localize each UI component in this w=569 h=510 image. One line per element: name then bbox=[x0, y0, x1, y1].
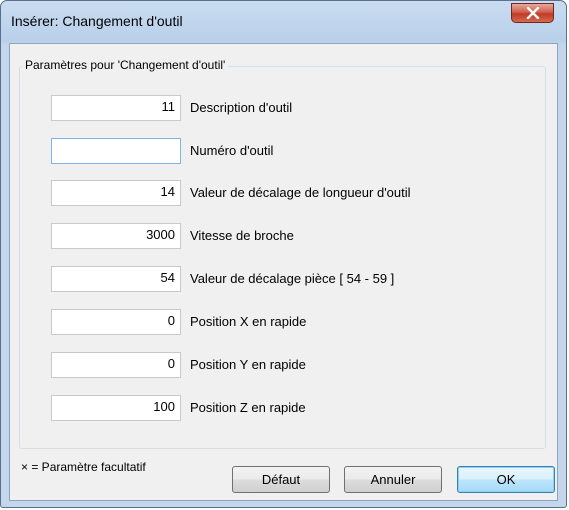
rapid-y-input[interactable]: 0 bbox=[51, 352, 181, 378]
work-offset-label: Valeur de décalage pièce [ 54 - 59 ] bbox=[190, 271, 395, 286]
tool-number-label: Numéro d'outil bbox=[190, 143, 274, 158]
dialog-body: Paramètres pour 'Changement d'outil' 11 … bbox=[9, 43, 558, 501]
cancel-button[interactable]: Annuler bbox=[344, 466, 442, 493]
close-icon bbox=[526, 7, 540, 19]
rapid-x-input[interactable]: 0 bbox=[51, 309, 181, 335]
length-offset-label: Valeur de décalage de longueur d'outil bbox=[190, 185, 411, 200]
length-offset-input[interactable]: 14 bbox=[51, 180, 181, 206]
spindle-speed-input[interactable]: 3000 bbox=[51, 223, 181, 249]
window-title: Insérer: Changement d'outil bbox=[11, 13, 183, 29]
tool-number-input[interactable] bbox=[51, 138, 181, 164]
parameters-group bbox=[19, 66, 546, 449]
group-legend: Paramètres pour 'Changement d'outil' bbox=[22, 58, 229, 72]
rapid-y-label: Position Y en rapide bbox=[190, 357, 306, 372]
rapid-z-label: Position Z en rapide bbox=[190, 400, 306, 415]
tool-description-label: Description d'outil bbox=[190, 100, 293, 115]
work-offset-input[interactable]: 54 bbox=[51, 266, 181, 292]
ok-button[interactable]: OK bbox=[457, 466, 555, 493]
rapid-x-label: Position X en rapide bbox=[190, 314, 307, 329]
ok-button-label: OK bbox=[496, 472, 516, 487]
title-bar[interactable]: Insérer: Changement d'outil bbox=[1, 1, 566, 43]
spindle-speed-label: Vitesse de broche bbox=[190, 228, 294, 243]
default-button[interactable]: Défaut bbox=[232, 466, 330, 493]
close-button[interactable] bbox=[511, 3, 554, 23]
optional-note: × = Paramètre facultatif bbox=[21, 460, 146, 474]
tool-description-input[interactable]: 11 bbox=[51, 95, 181, 121]
rapid-z-input[interactable]: 100 bbox=[51, 395, 181, 421]
dialog-window: Insérer: Changement d'outil Paramètres p… bbox=[0, 0, 567, 508]
